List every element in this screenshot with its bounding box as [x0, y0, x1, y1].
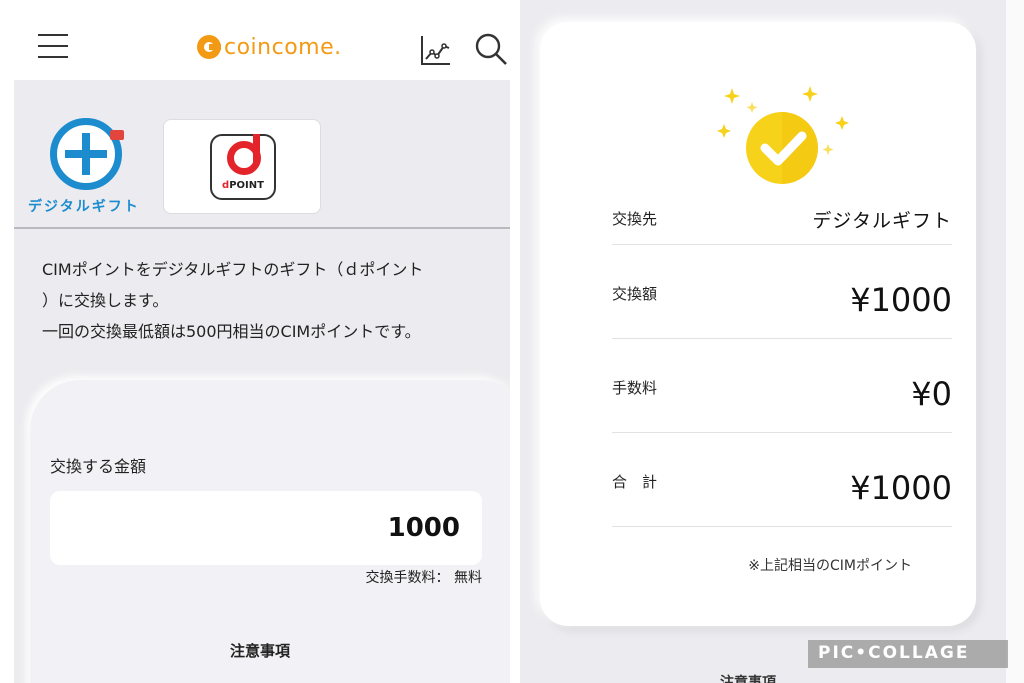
description-line-3: 一回の交換最低額は500円相当のCIMポイントです。 [42, 322, 421, 341]
coincome-logo[interactable]: coincome. [197, 30, 342, 64]
line-chart-icon[interactable] [420, 34, 452, 66]
exchange-form-screen: coincome. デジタルギフト dPOINT CIMポイントをデジタルギフト… [0, 0, 510, 683]
section-divider [14, 227, 510, 229]
hamburger-menu-icon[interactable] [38, 34, 68, 60]
dpoint-logo-icon: dPOINT [210, 134, 276, 200]
caution-title: 注意事項 [230, 642, 291, 660]
row-label: 手数料 [612, 379, 658, 397]
check-circle-icon [717, 86, 849, 184]
exchange-description: CIMポイントをデジタルギフトのギフト（ｄポイント ）に交換します。 一回の交換… [42, 254, 502, 347]
fee-note: 交換手数料： 無料 [365, 570, 482, 586]
row-destination: 交換先 デジタルギフト [612, 192, 952, 245]
row-value: ¥0 [911, 375, 952, 413]
logo-text: coincome. [224, 34, 342, 60]
caution-title-peek: 注意事項 [720, 675, 776, 683]
logo-mark-icon [197, 35, 221, 59]
row-label: 交換先 [612, 210, 658, 228]
row-value: ¥1000 [850, 469, 952, 507]
amount-input[interactable] [50, 491, 482, 565]
dpoint-brand-card[interactable]: dPOINT [163, 119, 321, 214]
digital-gift-label: デジタルギフト [28, 199, 140, 215]
description-line-2: ）に交換します。 [42, 291, 169, 310]
row-total: 合 計 ¥1000 [612, 433, 952, 527]
row-label: 合 計 [612, 473, 658, 491]
scroll-edge [1006, 0, 1024, 683]
collage-gap [510, 0, 520, 683]
row-fee: 手数料 ¥0 [612, 339, 952, 433]
gift-bow-icon [110, 130, 124, 140]
collage-watermark: PIC•COLLAGE [808, 640, 1008, 668]
row-exchange-amount: 交換額 ¥1000 [612, 245, 952, 339]
row-value: デジタルギフト [812, 210, 952, 232]
row-value: ¥1000 [850, 281, 952, 319]
search-icon[interactable] [474, 32, 508, 66]
app-header: coincome. [0, 0, 510, 80]
dpoint-label: POINT [229, 180, 264, 191]
points-footnote: ※上記相当のCIMポイント [748, 558, 912, 574]
row-label: 交換額 [612, 285, 658, 303]
digital-gift-brand[interactable]: デジタルギフト [18, 110, 158, 218]
digital-gift-logo-icon [50, 118, 122, 190]
description-line-1: CIMポイントをデジタルギフトのギフト（ｄポイント [42, 260, 424, 279]
confirmation-card: 交換先 デジタルギフト 交換額 ¥1000 手数料 ¥0 合 計 ¥1000 ※… [540, 22, 976, 626]
exchange-confirmation-screen: 交換先 デジタルギフト 交換額 ¥1000 手数料 ¥0 合 計 ¥1000 ※… [520, 0, 1024, 683]
amount-label: 交換する金額 [50, 457, 147, 476]
